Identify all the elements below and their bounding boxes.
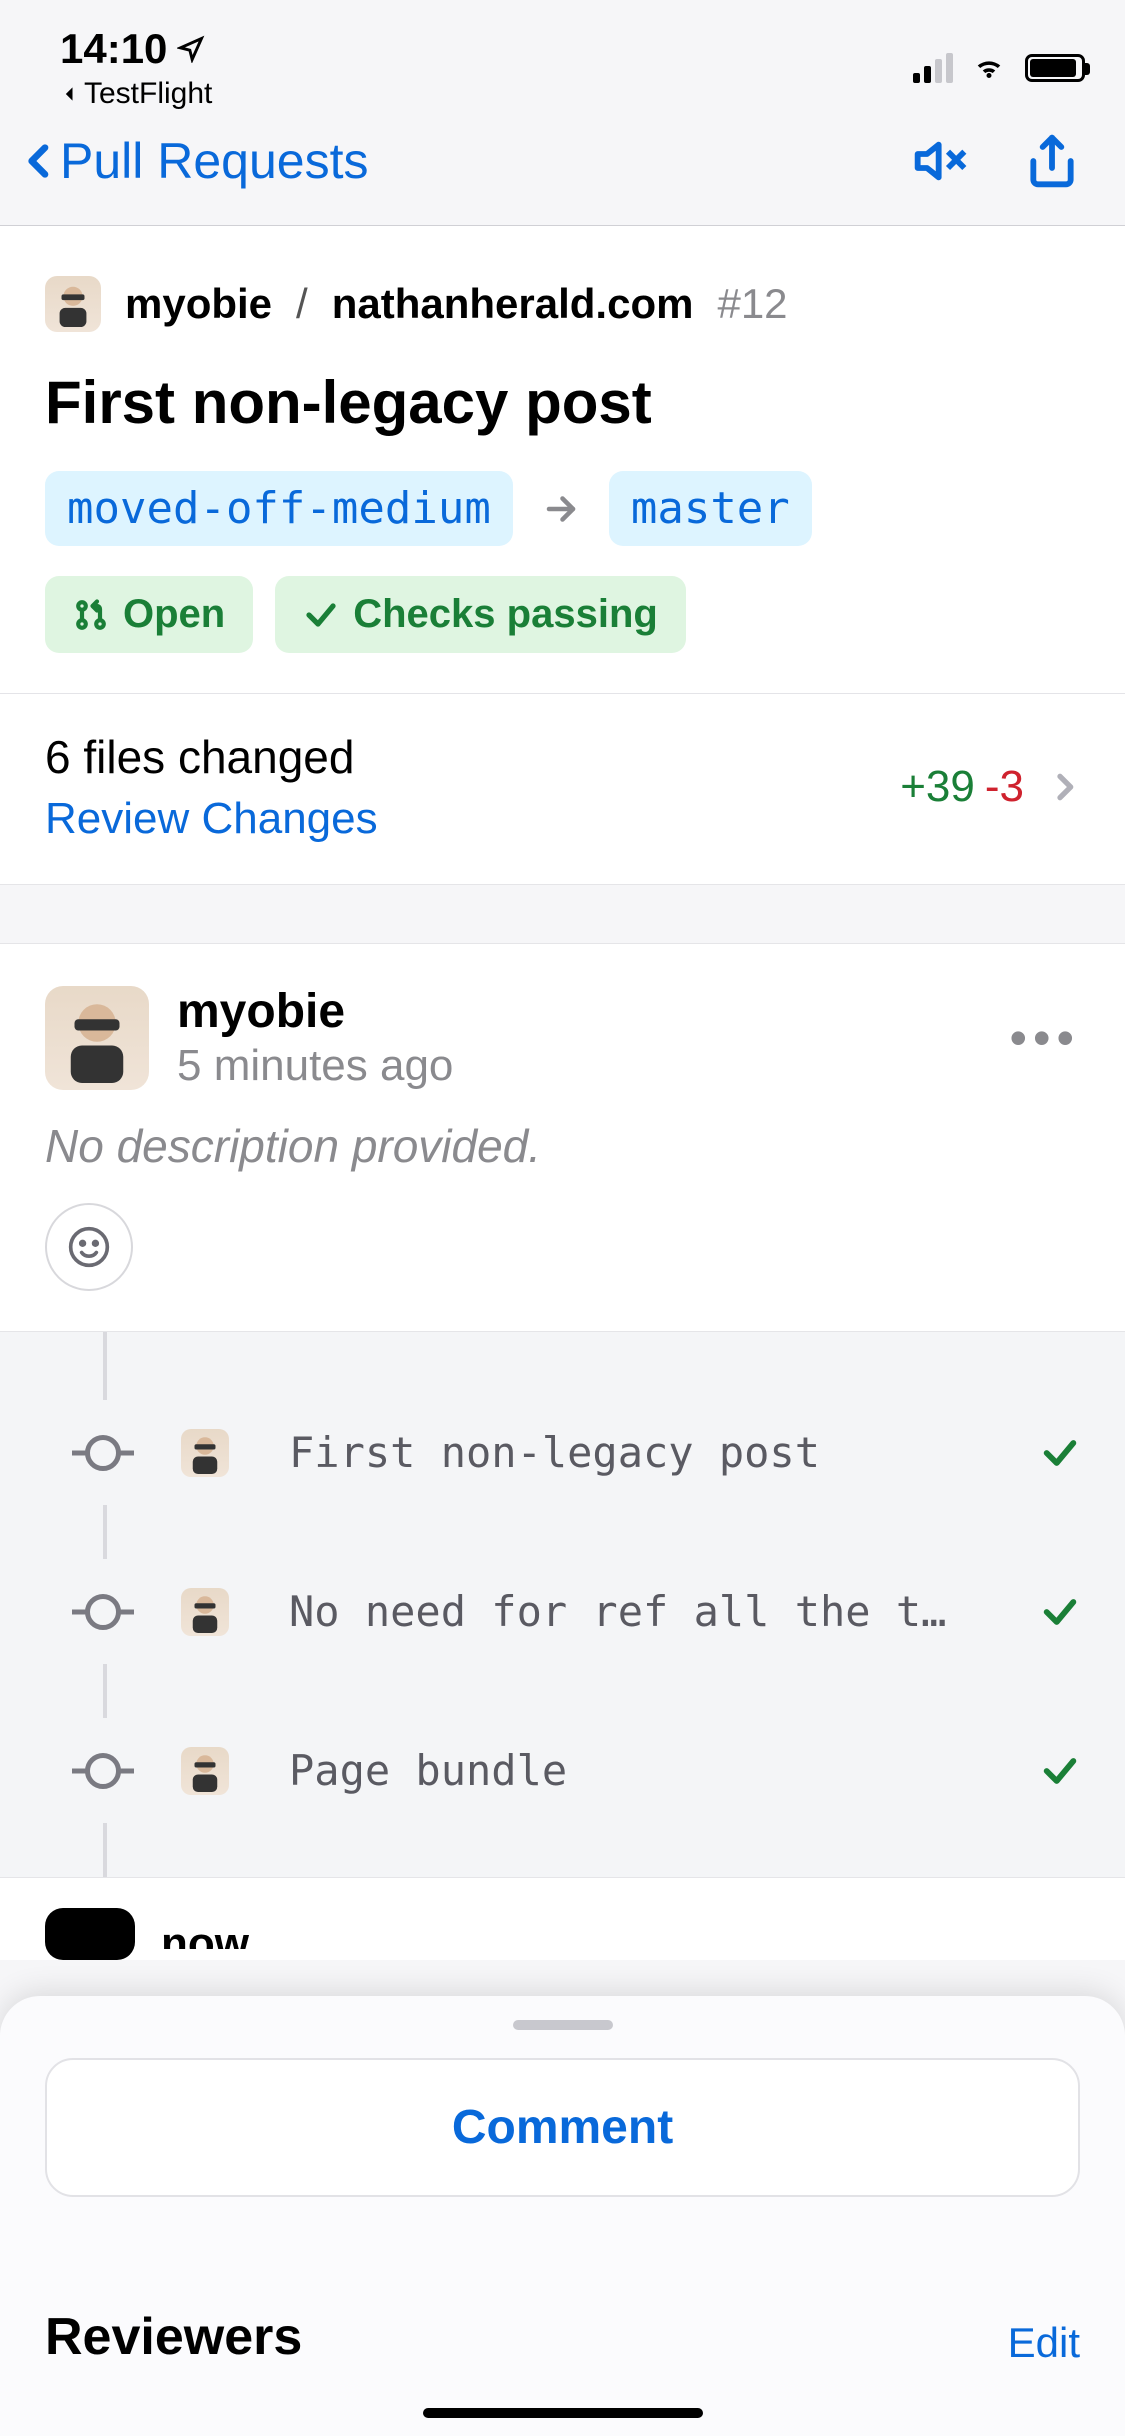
avatar[interactable] (45, 986, 149, 1090)
deletions: -3 (985, 762, 1024, 812)
breadcrumb-separator: / (296, 280, 308, 328)
reviewers-heading: Reviewers (45, 2307, 302, 2367)
check-icon (303, 597, 339, 633)
nav-bar: Pull Requests (0, 96, 1125, 226)
badge (45, 1908, 135, 1960)
avatar (181, 1429, 229, 1477)
check-icon (1040, 1751, 1080, 1791)
chevron-left-icon (20, 131, 60, 191)
location-arrow-icon (177, 35, 205, 63)
commit-row[interactable]: First non-legacy post (45, 1400, 1080, 1505)
check-icon (1040, 1592, 1080, 1632)
status-time: 14:10 (60, 25, 205, 73)
commit-message: Page bundle (289, 1746, 980, 1795)
branch-row: moved-off-medium master (45, 471, 1080, 546)
pr-number: #12 (717, 280, 787, 328)
add-reaction-button[interactable] (45, 1203, 133, 1291)
commit-message: No need for ref all the t… (289, 1587, 980, 1636)
status-bar: 14:10 TestFlight (0, 0, 1125, 96)
avatar (45, 276, 101, 332)
chevron-right-icon (1048, 765, 1080, 809)
comment-button[interactable]: Comment (45, 2058, 1080, 2197)
commit-node-icon (85, 1594, 121, 1630)
pr-state-badge: Open (45, 576, 253, 653)
edit-reviewers-link[interactable]: Edit (1008, 2319, 1080, 2367)
repo-owner[interactable]: myobie (125, 280, 272, 328)
sheet-grabber[interactable] (513, 2020, 613, 2030)
author-name[interactable]: myobie (177, 984, 1009, 1039)
cellular-icon (913, 53, 953, 83)
arrow-right-icon (543, 491, 579, 527)
chevron-left-icon (60, 82, 80, 106)
avatar (181, 1747, 229, 1795)
timeline-row-peek: now (0, 1877, 1125, 1960)
description-card: myobie 5 minutes ago ••• No description … (0, 943, 1125, 1332)
repo-name[interactable]: nathanherald.com (332, 280, 694, 328)
status-right (913, 53, 1085, 83)
commit-message: First non-legacy post (289, 1428, 980, 1477)
commit-row[interactable]: Page bundle (45, 1718, 1080, 1823)
timestamp: 5 minutes ago (177, 1041, 1009, 1091)
share-icon[interactable] (1024, 133, 1080, 189)
description-body: No description provided. (45, 1119, 1080, 1173)
files-changed-row[interactable]: 6 files changed Review Changes +39 -3 (45, 694, 1080, 844)
checks-badge[interactable]: Checks passing (275, 576, 686, 653)
mute-icon[interactable] (913, 133, 969, 189)
target-branch[interactable]: master (609, 471, 812, 546)
peek-label: now (161, 1919, 249, 1949)
commits-list: First non-legacy post No need for ref al… (0, 1332, 1125, 1877)
review-changes-link[interactable]: Review Changes (45, 794, 378, 844)
check-icon (1040, 1433, 1080, 1473)
back-button[interactable]: Pull Requests (20, 131, 369, 191)
home-indicator[interactable] (423, 2408, 703, 2418)
avatar (181, 1588, 229, 1636)
back-label: Pull Requests (60, 132, 369, 190)
additions: +39 (900, 762, 975, 812)
back-to-app[interactable]: TestFlight (60, 77, 212, 111)
commit-row[interactable]: No need for ref all the t… (45, 1559, 1080, 1664)
diff-stats: +39 -3 (900, 762, 1080, 812)
battery-icon (1025, 54, 1085, 82)
bottom-sheet[interactable]: Comment Reviewers Edit (0, 1996, 1125, 2436)
smiley-icon (67, 1225, 111, 1269)
pr-header: myobie / nathanherald.com #12 First non-… (0, 226, 1125, 885)
wifi-icon (969, 53, 1009, 83)
more-button[interactable]: ••• (1009, 1009, 1080, 1067)
files-changed-label: 6 files changed (45, 730, 378, 784)
source-branch[interactable]: moved-off-medium (45, 471, 513, 546)
commit-node-icon (85, 1435, 121, 1471)
git-pull-request-icon (73, 597, 109, 633)
breadcrumb: myobie / nathanherald.com #12 (45, 276, 1080, 332)
pr-title: First non-legacy post (45, 368, 1080, 437)
commit-node-icon (85, 1753, 121, 1789)
